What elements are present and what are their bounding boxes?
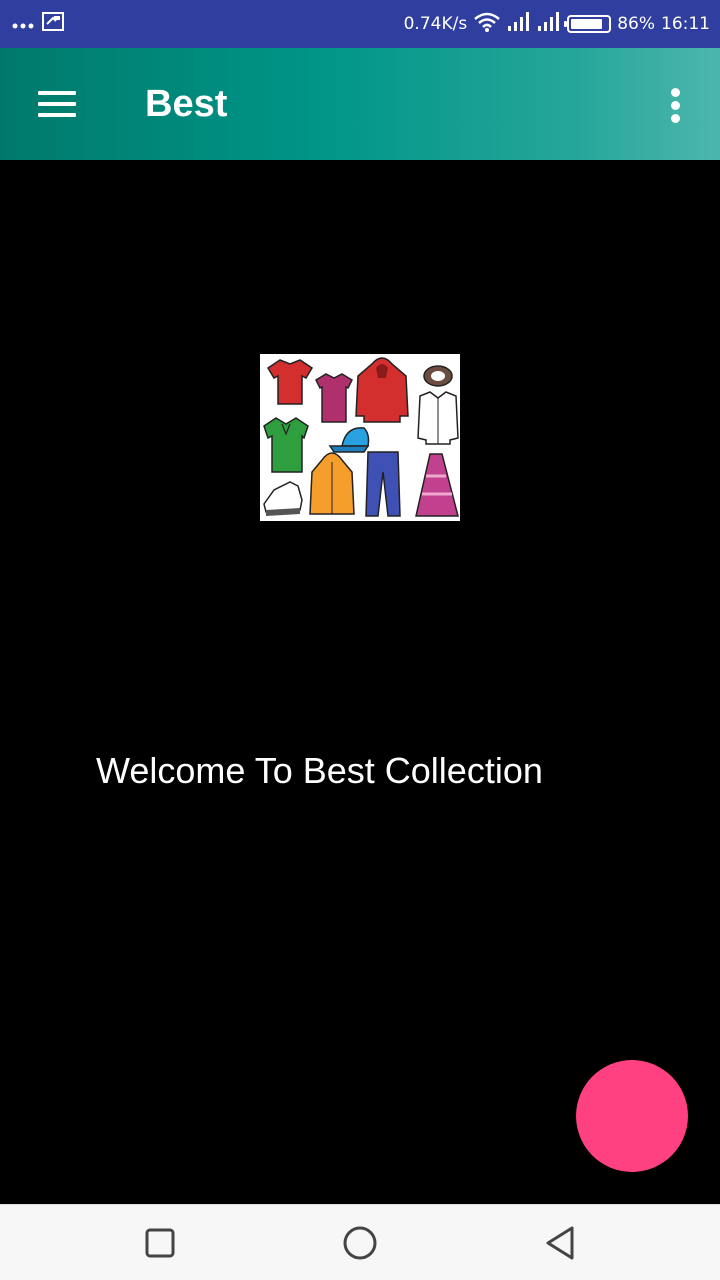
wifi-icon	[473, 12, 501, 37]
welcome-text: Welcome To Best Collection	[96, 750, 543, 791]
network-speed: 0.74K/s	[403, 14, 468, 34]
back-icon[interactable]	[536, 1219, 584, 1267]
cast-icon	[42, 12, 64, 36]
recent-apps-icon[interactable]	[136, 1219, 184, 1267]
app-title: Best	[145, 83, 228, 125]
status-right-icons: 0.74K/s 86% 16:11	[404, 0, 710, 48]
status-bar: 0.74K/s 86% 16:11	[0, 0, 720, 48]
more-dots-icon	[12, 15, 34, 34]
app-bar: Best	[0, 48, 720, 160]
hamburger-menu-icon[interactable]	[28, 76, 84, 132]
floating-action-button[interactable]	[576, 1060, 688, 1172]
system-nav-bar	[0, 1204, 720, 1280]
clock: 16:11	[661, 14, 710, 34]
more-vert-icon[interactable]	[654, 76, 698, 132]
signal-icon	[537, 11, 561, 37]
clothing-collection-image	[260, 354, 460, 521]
main-content: Welcome To Best Collection	[0, 160, 720, 1204]
battery-icon	[564, 15, 612, 33]
battery-percent: 86%	[617, 14, 655, 34]
signal-icon	[507, 11, 531, 37]
status-left-icons	[12, 0, 64, 48]
home-icon[interactable]	[336, 1219, 384, 1267]
